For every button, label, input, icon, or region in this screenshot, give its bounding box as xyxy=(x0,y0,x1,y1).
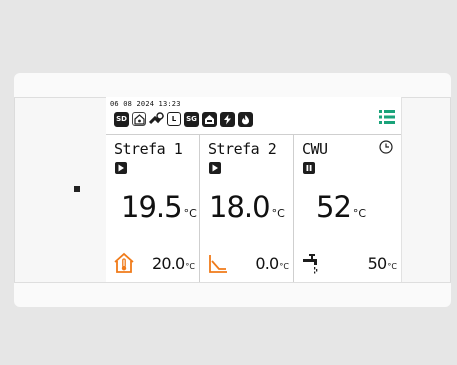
zone-cwu[interactable]: CWU 52 °C 50°C xyxy=(294,135,401,284)
zone-temperature: 52 °C xyxy=(316,190,367,224)
zone-strefa-2[interactable]: Strefa 2 18.0 °C 0.0°C xyxy=(200,135,294,284)
zone-setpoint: 0.0°C xyxy=(255,253,289,273)
zones-panel: Strefa 1 19.5 °C 20.0°C Strefa 2 18.0 °C… xyxy=(106,134,401,284)
zone-temperature: 19.5 °C xyxy=(121,190,197,224)
zone-setpoint-row[interactable]: 0.0°C xyxy=(207,251,289,275)
zone-name: Strefa 2 xyxy=(208,140,277,158)
zone-temperature: 18.0 °C xyxy=(209,190,285,224)
l-mode-icon: L xyxy=(167,112,181,126)
display-screen: 06 08 2024 13:23 SD L SG Strefa 1 19.5 °… xyxy=(106,97,401,284)
zone-name: CWU xyxy=(302,140,328,158)
sg-mode-icon: SG xyxy=(184,111,199,127)
lightning-icon xyxy=(220,111,235,127)
date-time: 06 08 2024 13:23 xyxy=(110,100,181,108)
status-icon-bar: SD L SG xyxy=(114,111,253,127)
heating-curve-icon xyxy=(209,255,227,273)
pump-icon xyxy=(149,111,164,127)
menu-list-icon[interactable] xyxy=(379,110,395,124)
zone-setpoint: 20.0°C xyxy=(151,253,195,273)
flame-icon xyxy=(238,111,253,127)
zone-setpoint: 50°C xyxy=(367,253,397,273)
house-heat-icon xyxy=(132,112,146,126)
play-icon[interactable] xyxy=(209,162,221,174)
tap-water-icon xyxy=(303,254,318,274)
house-network-icon xyxy=(202,111,217,127)
zone-setpoint-row[interactable]: 50°C xyxy=(301,251,397,275)
status-led-icon xyxy=(74,186,80,192)
device-top-bezel xyxy=(14,73,451,98)
zone-strefa-1[interactable]: Strefa 1 19.5 °C 20.0°C xyxy=(106,135,200,284)
right-panel-divider xyxy=(401,97,402,283)
play-icon[interactable] xyxy=(115,162,127,174)
controller-device: 06 08 2024 13:23 SD L SG Strefa 1 19.5 °… xyxy=(14,73,451,307)
pause-icon[interactable] xyxy=(303,162,315,174)
zone-name: Strefa 1 xyxy=(114,140,183,158)
device-bottom-bezel xyxy=(14,282,451,307)
sd-card-icon: SD xyxy=(114,111,129,127)
zone-setpoint-row[interactable]: 20.0°C xyxy=(113,251,195,275)
clock-icon[interactable] xyxy=(379,140,393,154)
house-thermometer-icon xyxy=(114,252,134,273)
